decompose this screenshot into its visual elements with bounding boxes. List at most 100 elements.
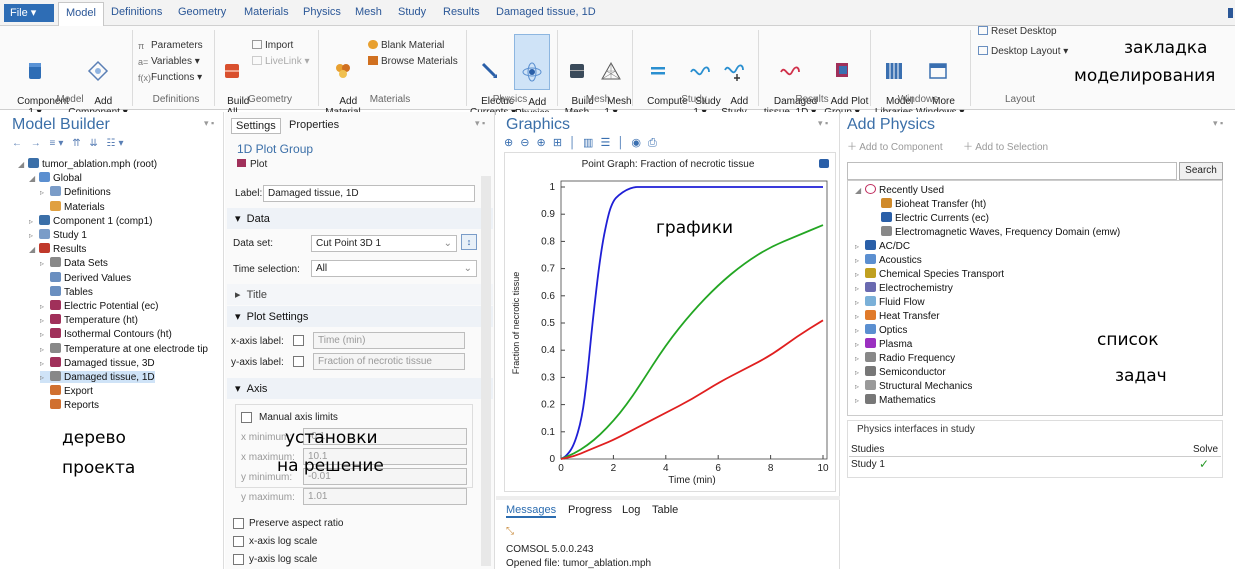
- manual-axis-checkbox[interactable]: [241, 412, 252, 423]
- table-row[interactable]: Study 1 ✓: [849, 457, 1221, 472]
- expand-icon[interactable]: ▹: [29, 217, 39, 226]
- expand-icon[interactable]: ▹: [855, 326, 865, 335]
- import-button[interactable]: Import: [252, 40, 293, 52]
- physics-list-item[interactable]: ▹ Mathematics: [855, 394, 936, 406]
- tab-damaged-tissue-1d[interactable]: Damaged tissue, 1D: [496, 6, 596, 18]
- search-button[interactable]: Search: [1179, 162, 1223, 180]
- tree-item[interactable]: ▹ Data Sets: [40, 257, 108, 269]
- tree-item[interactable]: Export: [40, 385, 93, 397]
- physics-list-item[interactable]: ▹ Fluid Flow: [855, 296, 925, 308]
- tree-item[interactable]: ▹ Electric Potential (ec): [40, 300, 158, 312]
- expand-icon[interactable]: ▹: [40, 188, 50, 197]
- physics-list-item[interactable]: Electromagnetic Waves, Frequency Domain …: [871, 226, 1120, 238]
- tree-item[interactable]: ◢ Global: [29, 172, 82, 184]
- y-axis-label-input[interactable]: Fraction of necrotic tissue: [313, 353, 465, 370]
- section-plot-settings[interactable]: ▾ Plot Settings: [227, 306, 493, 327]
- tree-item[interactable]: ▹ Damaged tissue, 3D: [40, 356, 155, 369]
- add-to-component-button[interactable]: ＋ Add to Component: [847, 138, 943, 153]
- section-title[interactable]: ▸ Title: [227, 284, 493, 305]
- blank-material-button[interactable]: Blank Material: [368, 40, 444, 52]
- tab-model[interactable]: Model: [58, 2, 104, 27]
- tree-item[interactable]: Tables: [40, 285, 93, 298]
- expand-icon[interactable]: ▹: [855, 396, 865, 405]
- tree-item[interactable]: ▹ Component 1 (comp1): [29, 214, 153, 227]
- settings-scrollbar[interactable]: [481, 176, 491, 566]
- tab-progress[interactable]: Progress: [568, 504, 612, 516]
- tree-item[interactable]: Reports: [40, 399, 99, 411]
- expand-icon[interactable]: ▹: [855, 312, 865, 321]
- tab-results[interactable]: Results: [443, 6, 480, 18]
- expand-icon[interactable]: ▹: [40, 373, 50, 382]
- y-log-checkbox[interactable]: [233, 554, 244, 565]
- compute-button[interactable]: Compute: [636, 38, 688, 118]
- expand-icon[interactable]: ▹: [40, 259, 50, 268]
- physics-list-item[interactable]: ▹ AC/DC: [855, 240, 910, 252]
- tree-item[interactable]: ▹ Temperature at one electrode tip: [40, 342, 208, 355]
- tab-properties[interactable]: Properties: [289, 119, 339, 131]
- pin-icon[interactable]: ▾ ▪: [204, 118, 214, 129]
- expand-icon[interactable]: ▹: [855, 270, 865, 279]
- tab-mesh[interactable]: Mesh: [355, 6, 382, 18]
- physics-list-item[interactable]: ▹ Heat Transfer: [855, 310, 940, 322]
- model-builder-toolbar[interactable]: ← → ≡▾ ⇈ ⇊ ☷▾: [12, 138, 127, 149]
- file-menu-button[interactable]: File ▾: [4, 4, 54, 22]
- section-data[interactable]: ▾ Data: [227, 208, 493, 229]
- tree-item[interactable]: ▹ Temperature (ht): [40, 314, 138, 326]
- expand-icon[interactable]: ▹: [855, 368, 865, 377]
- x-axis-label-checkbox[interactable]: [293, 335, 304, 346]
- expand-icon[interactable]: ▹: [40, 359, 50, 368]
- expand-icon[interactable]: ◢: [18, 160, 28, 169]
- tree-item[interactable]: ▹ Study 1: [29, 229, 87, 241]
- tab-definitions[interactable]: Definitions: [111, 6, 162, 18]
- tree-item[interactable]: ▹ Isothermal Contours (ht): [40, 328, 172, 340]
- broom-icon[interactable]: ⤡: [506, 526, 514, 537]
- tab-study[interactable]: Study: [398, 6, 426, 18]
- label-input[interactable]: Damaged tissue, 1D: [263, 185, 475, 202]
- expand-icon[interactable]: ▹: [40, 316, 50, 325]
- tree-item[interactable]: ▹ Damaged tissue, 1D: [40, 371, 155, 383]
- expand-icon[interactable]: ▹: [29, 231, 39, 240]
- y-maximum-input[interactable]: 1.01: [303, 488, 467, 505]
- physics-list-item[interactable]: ▹ Chemical Species Transport: [855, 268, 1004, 280]
- expand-icon[interactable]: ▹: [855, 340, 865, 349]
- expand-icon[interactable]: ▹: [855, 242, 865, 251]
- pin-icon[interactable]: ▾ ▪: [475, 118, 485, 129]
- expand-icon[interactable]: ▹: [855, 354, 865, 363]
- physics-list-item[interactable]: ▹ Plasma: [855, 338, 912, 350]
- tab-materials[interactable]: Materials: [244, 6, 289, 18]
- physics-list-item[interactable]: ▹ Electrochemistry: [855, 282, 953, 294]
- data-set-select[interactable]: Cut Point 3D 1 ⌄: [311, 235, 457, 252]
- splitter[interactable]: [496, 496, 840, 500]
- tree-item[interactable]: ▹ Definitions: [40, 186, 111, 198]
- browse-materials-button[interactable]: Browse Materials: [368, 56, 458, 68]
- desktop-layout-button[interactable]: Desktop Layout ▾: [978, 46, 1068, 58]
- tab-table[interactable]: Table: [652, 504, 678, 516]
- expand-icon[interactable]: ▹: [855, 298, 865, 307]
- physics-list-item[interactable]: ▹ Acoustics: [855, 254, 922, 266]
- add-physics-button[interactable]: Add Physics: [514, 34, 550, 119]
- tree-item[interactable]: ◢ Results: [29, 243, 86, 255]
- tab-log[interactable]: Log: [622, 504, 640, 516]
- x-axis-label-input[interactable]: Time (min): [313, 332, 465, 349]
- physics-list-item[interactable]: ▹ Semiconductor: [855, 366, 946, 378]
- physics-list-item[interactable]: ▹ Optics: [855, 324, 907, 336]
- pin-icon[interactable]: ▾ ▪: [818, 118, 828, 129]
- expand-icon[interactable]: ▹: [855, 382, 865, 391]
- physics-list-item[interactable]: ▹ Radio Frequency: [855, 352, 955, 364]
- tree-item[interactable]: Derived Values: [40, 271, 131, 284]
- x-log-checkbox[interactable]: [233, 536, 244, 547]
- check-icon[interactable]: ✓: [1199, 457, 1209, 471]
- expand-icon[interactable]: ▹: [855, 284, 865, 293]
- tree-item[interactable]: ◢ tumor_ablation.mph (root): [18, 158, 157, 170]
- preserve-aspect-checkbox[interactable]: [233, 518, 244, 529]
- recently-used-node[interactable]: ◢ Recently Used: [855, 184, 944, 196]
- pin-icon[interactable]: ▾ ▪: [1213, 118, 1223, 129]
- go-to-source-icon[interactable]: ↕: [461, 234, 477, 250]
- tab-settings[interactable]: Settings: [231, 118, 281, 134]
- add-to-selection-button[interactable]: ＋ Add to Selection: [963, 138, 1048, 153]
- y-axis-label-checkbox[interactable]: [293, 356, 304, 367]
- expand-icon[interactable]: ◢: [29, 174, 39, 183]
- variables-button[interactable]: a= Variables ▾: [138, 56, 200, 68]
- expand-icon[interactable]: ▹: [40, 345, 50, 354]
- physics-list-item[interactable]: Electric Currents (ec): [871, 212, 989, 224]
